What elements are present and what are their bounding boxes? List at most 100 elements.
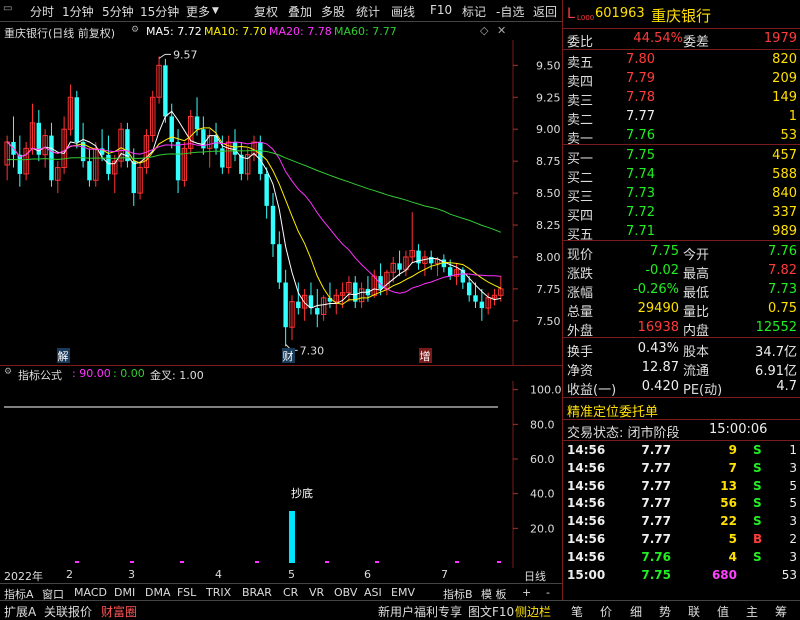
ask-row[interactable]: 卖一 7.76 53 [563,127,800,147]
order-title[interactable]: 精准定位委托单 [567,401,658,420]
x-label: 6 [364,568,371,581]
y-tick-label: 8.25 [536,219,561,232]
tab-more[interactable]: 更多 [186,3,210,20]
ask-row[interactable]: 卖四 7.79 209 [563,70,800,90]
y-tick-label: 9.50 [536,59,561,72]
chart-header: 重庆银行(日线 前复权) ⚙ MA5: 7.72 MA10: 7.70 MA20… [0,22,562,40]
indicator-header: ⚙ 指标公式 : 90.00 : 0.00 金叉: 1.00 [0,365,562,382]
tab-macd[interactable]: MACD [74,586,107,599]
tick-row: 15:00 7.75 680 53 [563,567,800,585]
tick-dir: S [753,443,762,457]
tab-trix[interactable]: TRIX [206,586,231,599]
btn-biaoji[interactable]: 标记 [462,3,486,20]
tab-zhi[interactable]: 值 [717,603,729,620]
candle-body [447,267,453,277]
tick-count: 3 [789,460,797,475]
tab-emv[interactable]: EMV [391,586,415,599]
tab-15min[interactable]: 15分钟 [140,3,179,20]
tick-price: 7.77 [641,478,671,493]
bid-row[interactable]: 买四 7.72 337 [563,204,800,224]
stat-label: 现价 [567,248,594,263]
ask-row[interactable]: 卖二 7.77 1 [563,108,800,128]
indicator-tabs: 指标A 窗口 MACD DMI DMA FSL TRIX BRAR CR VR … [0,583,562,601]
tab-xi[interactable]: 细 [630,603,642,620]
ask-price: 7.79 [626,71,655,86]
tick-row: 14:56 7.76 4 S 3 [563,549,800,567]
btn-f10-graphic[interactable]: 图文F10 [468,603,514,620]
btn-back[interactable]: 返回 [533,3,557,20]
btn-zixuan[interactable]: -自选 [496,3,524,20]
y-tick-label: 100.0 [530,384,562,397]
tab-remove[interactable]: - [546,586,550,599]
tab-obv[interactable]: OBV [334,586,357,599]
bid-row[interactable]: 买五 7.71 989 [563,223,800,243]
bid-row[interactable]: 买二 7.74 588 [563,166,800,186]
tab-shi[interactable]: 势 [659,603,671,620]
tab-bi[interactable]: 笔 [571,603,583,620]
ask-row[interactable]: 卖三 7.78 149 [563,89,800,109]
btn-new-user-benefit[interactable]: 新用户福利专享 [378,603,462,620]
btn-related-quotes[interactable]: 关联报价 [44,603,92,620]
tab-1min[interactable]: 1分钟 [62,3,94,20]
indicator-v1: : 90.00 [72,367,111,380]
tab-dma[interactable]: DMA [145,586,171,599]
tab-fsl[interactable]: FSL [177,586,196,599]
tab-vr[interactable]: VR [309,586,324,599]
bid-row[interactable]: 买三 7.73 840 [563,185,800,205]
btn-fuquan[interactable]: 复权 [254,3,278,20]
settings-gear-icon[interactable]: ⚙ [131,25,139,35]
tab-cr[interactable]: CR [283,586,298,599]
ask-label: 卖二 [567,113,594,128]
btn-sidebar[interactable]: 侧边栏 [515,603,551,620]
fund-row: 净资 12.87 流通 6.91亿 [563,359,800,379]
diamond-icon[interactable]: ◇ [480,24,488,37]
btn-huaxian[interactable]: 画线 [391,3,415,20]
candle-body [473,295,478,302]
tab-jia[interactable]: 价 [600,603,612,620]
stat-label: 今开 [683,248,710,263]
bid-price: 7.74 [626,167,655,182]
tab-dmi[interactable]: DMI [114,586,135,599]
tab-5min[interactable]: 5分钟 [102,3,134,20]
candle-body [479,301,485,309]
ask-vol: 149 [772,90,797,105]
btn-diejia[interactable]: 叠加 [288,3,312,20]
btn-expand-a[interactable]: 扩展A [4,603,36,620]
tab-asi[interactable]: ASI [364,586,382,599]
period-label[interactable]: 日线 [524,568,546,584]
btn-wealth-circle[interactable]: 财富圈 [101,603,137,620]
bid-row[interactable]: 买一 7.75 457 [563,147,800,167]
stock-name[interactable]: 重庆银行 [651,5,711,26]
stat-value: 0.75 [768,301,797,316]
trade-status-time: 15:00:06 [709,422,768,437]
candle-body [466,282,472,296]
tab-lian[interactable]: 联 [688,603,700,620]
tab-chou[interactable]: 筹 [775,603,787,620]
indicator-chart[interactable]: 100.0 80.0 60.0 40.0 20.0 抄底 [0,381,562,568]
btn-f10[interactable]: F10 [430,3,452,17]
candle-body [296,301,301,309]
tab-add[interactable]: + [522,586,531,599]
x-label: 5 [288,568,295,581]
x-label: 7 [441,568,448,581]
btn-duogu[interactable]: 多股 [321,3,345,20]
tab-brar[interactable]: BRAR [242,586,272,599]
btn-tongji[interactable]: 统计 [356,3,380,20]
bid-vol: 337 [772,205,797,220]
ask-row[interactable]: 卖五 7.80 820 [563,51,800,71]
ask-price: 7.78 [626,90,655,105]
chevron-down-icon[interactable]: ▼ [212,6,219,16]
x-label: 2022年 [4,570,43,583]
ask-vol: 53 [780,128,797,143]
tick-time: 14:56 [567,496,606,511]
tab-fenshi[interactable]: 分时 [30,3,54,20]
tab-zhu[interactable]: 主 [746,603,758,620]
stat-value: 29490 [637,301,679,316]
toolbar-pin-icon[interactable]: ▭ [3,3,12,14]
kline-chart[interactable]: 9.50 9.25 9.00 8.75 8.50 8.25 8.00 7.75 7.50 9.5… [0,40,562,365]
close-icon[interactable]: ✕ [497,24,506,37]
y-tick-label: 9.00 [536,123,561,136]
stock-code[interactable]: 601963 [595,6,645,21]
settings-gear-icon[interactable]: ⚙ [4,367,12,377]
tick-price: 7.77 [641,443,671,457]
